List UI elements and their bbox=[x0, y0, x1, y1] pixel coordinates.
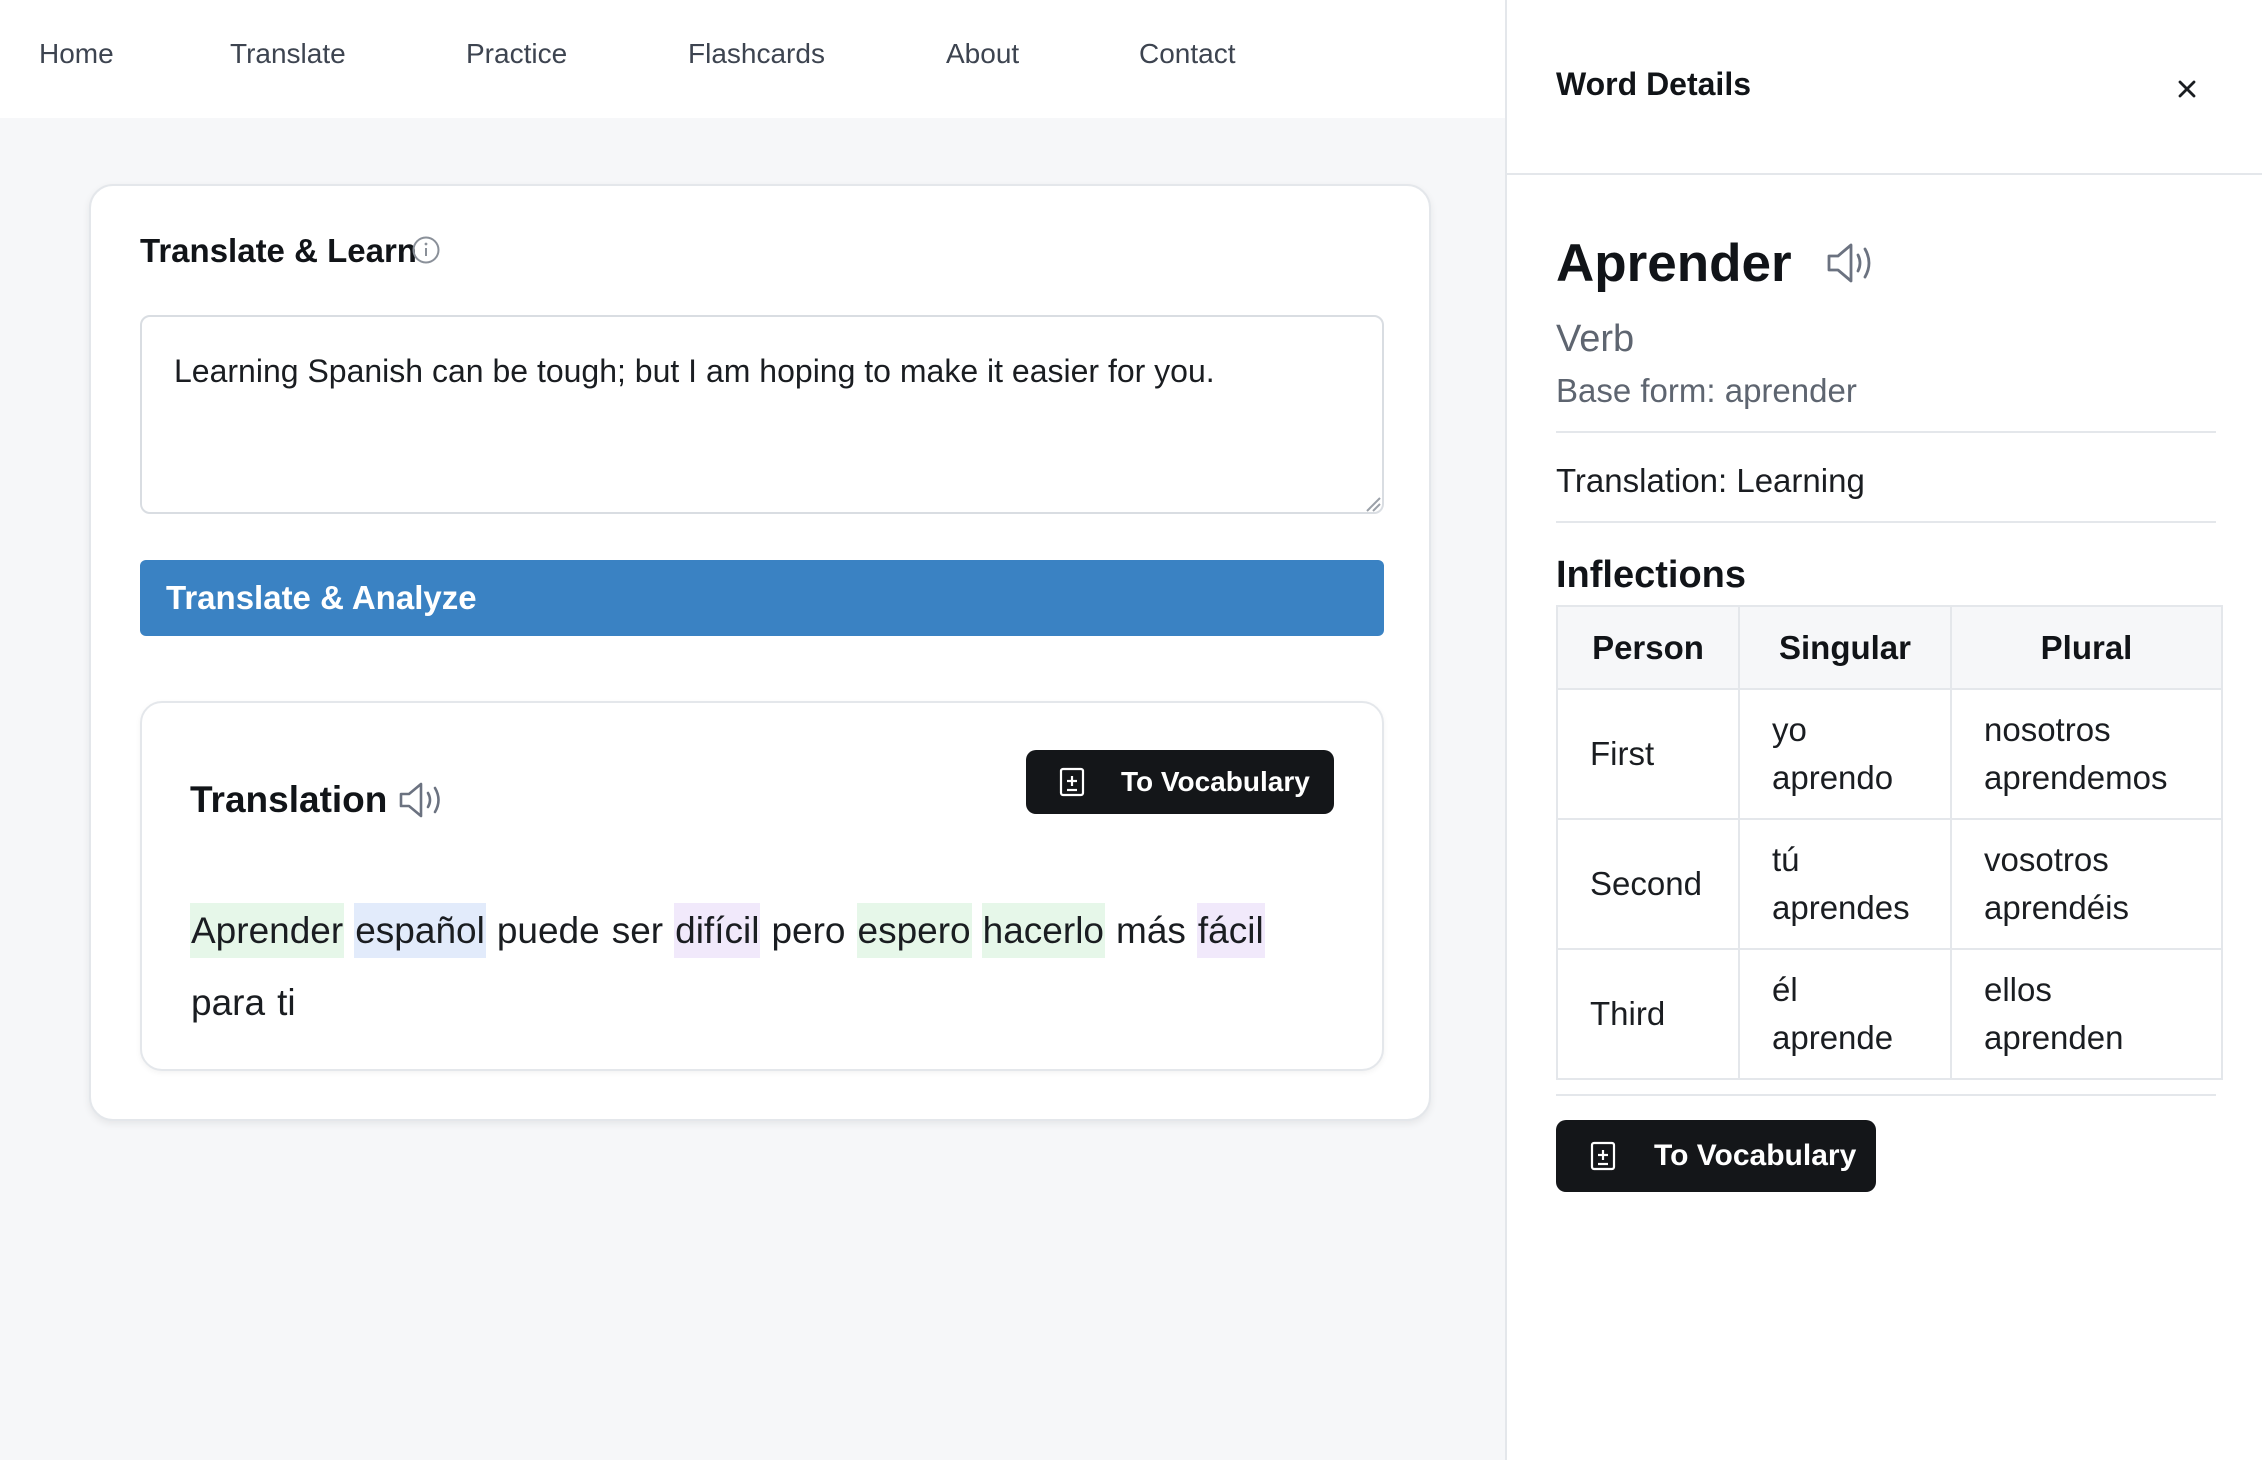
translated-word[interactable]: puede bbox=[496, 903, 601, 958]
nav-home[interactable]: Home bbox=[39, 38, 114, 70]
singular-cell: tú aprendes bbox=[1738, 818, 1952, 950]
table-header-person: Person bbox=[1556, 605, 1740, 690]
translated-word[interactable]: más bbox=[1115, 903, 1187, 958]
panel-to-vocabulary-button[interactable]: To Vocabulary bbox=[1556, 1120, 1876, 1192]
translated-word[interactable]: hacerlo bbox=[981, 903, 1105, 958]
table-row: First yo aprendo nosotros aprendemos bbox=[1556, 688, 2223, 820]
panel-header: Word Details bbox=[1507, 0, 2262, 175]
person-cell: Third bbox=[1556, 948, 1740, 1080]
nav-translate[interactable]: Translate bbox=[230, 38, 346, 70]
translated-word[interactable]: español bbox=[354, 903, 486, 958]
nav-about[interactable]: About bbox=[946, 38, 1019, 70]
inflections-table: Person Singular Plural First yo aprendo … bbox=[1556, 605, 2223, 1080]
translated-word[interactable]: para bbox=[190, 975, 266, 1030]
to-vocabulary-label: To Vocabulary bbox=[1654, 1139, 1857, 1172]
divider bbox=[1556, 1094, 2216, 1096]
to-vocabulary-label: To Vocabulary bbox=[1121, 766, 1310, 797]
table-row: Second tú aprendes vosotros aprendéis bbox=[1556, 818, 2223, 950]
table-header-plural: Plural bbox=[1950, 605, 2223, 690]
bookmark-plus-icon bbox=[1059, 767, 1085, 797]
translate-card: Translate & Learn Translate & Analyze Tr… bbox=[89, 184, 1431, 1121]
person-cell: First bbox=[1556, 688, 1740, 820]
divider bbox=[1556, 521, 2216, 523]
translate-analyze-button[interactable]: Translate & Analyze bbox=[140, 560, 1384, 636]
translated-word[interactable]: fácil bbox=[1196, 903, 1265, 958]
divider bbox=[1556, 431, 2216, 433]
translation-result-card: Translation To Vocabulary Aprender españo… bbox=[140, 701, 1384, 1071]
word-heading: Aprender bbox=[1556, 234, 1792, 293]
part-of-speech: Verb bbox=[1556, 318, 1635, 360]
translated-word[interactable]: ser bbox=[611, 903, 664, 958]
nav-practice[interactable]: Practice bbox=[466, 38, 567, 70]
word-translation: Translation: Learning bbox=[1556, 462, 1865, 499]
close-icon[interactable] bbox=[2172, 74, 2202, 104]
translated-word[interactable]: Aprender bbox=[190, 903, 345, 958]
resize-handle-icon[interactable] bbox=[1363, 494, 1381, 512]
plural-cell: nosotros aprendemos bbox=[1950, 688, 2223, 820]
base-form: Base form: aprender bbox=[1556, 372, 1857, 409]
table-row: Third él aprende ellos aprenden bbox=[1556, 948, 2223, 1080]
translation-title: Translation bbox=[190, 779, 388, 820]
person-cell: Second bbox=[1556, 818, 1740, 950]
to-vocabulary-button[interactable]: To Vocabulary bbox=[1026, 750, 1334, 814]
speaker-icon[interactable] bbox=[397, 779, 447, 821]
singular-cell: yo aprendo bbox=[1738, 688, 1952, 820]
translated-words: Aprender español puede ser difícil pero espero… bbox=[190, 895, 1340, 1039]
translated-word[interactable]: espero bbox=[856, 903, 972, 958]
word-details-panel: Word Details Aprender Verb Base form: ap… bbox=[1505, 0, 2262, 1460]
source-text-input[interactable] bbox=[140, 315, 1384, 514]
speaker-icon[interactable] bbox=[1825, 240, 1877, 286]
plural-cell: vosotros aprendéis bbox=[1950, 818, 2223, 950]
bookmark-plus-icon bbox=[1590, 1141, 1616, 1171]
panel-title: Word Details bbox=[1556, 66, 1751, 102]
info-icon[interactable] bbox=[411, 235, 441, 265]
translated-word[interactable]: difícil bbox=[674, 903, 761, 958]
singular-cell: él aprende bbox=[1738, 948, 1952, 1080]
inflections-title: Inflections bbox=[1556, 554, 1747, 596]
translated-word[interactable]: ti bbox=[276, 975, 297, 1030]
nav-contact[interactable]: Contact bbox=[1139, 38, 1236, 70]
plural-cell: ellos aprenden bbox=[1950, 948, 2223, 1080]
translated-word[interactable]: pero bbox=[770, 903, 846, 958]
nav-flashcards[interactable]: Flashcards bbox=[688, 38, 825, 70]
card-title: Translate & Learn bbox=[140, 232, 417, 269]
top-navigation: Home Translate Practice Flashcards About… bbox=[0, 0, 1505, 118]
table-header-singular: Singular bbox=[1738, 605, 1952, 690]
